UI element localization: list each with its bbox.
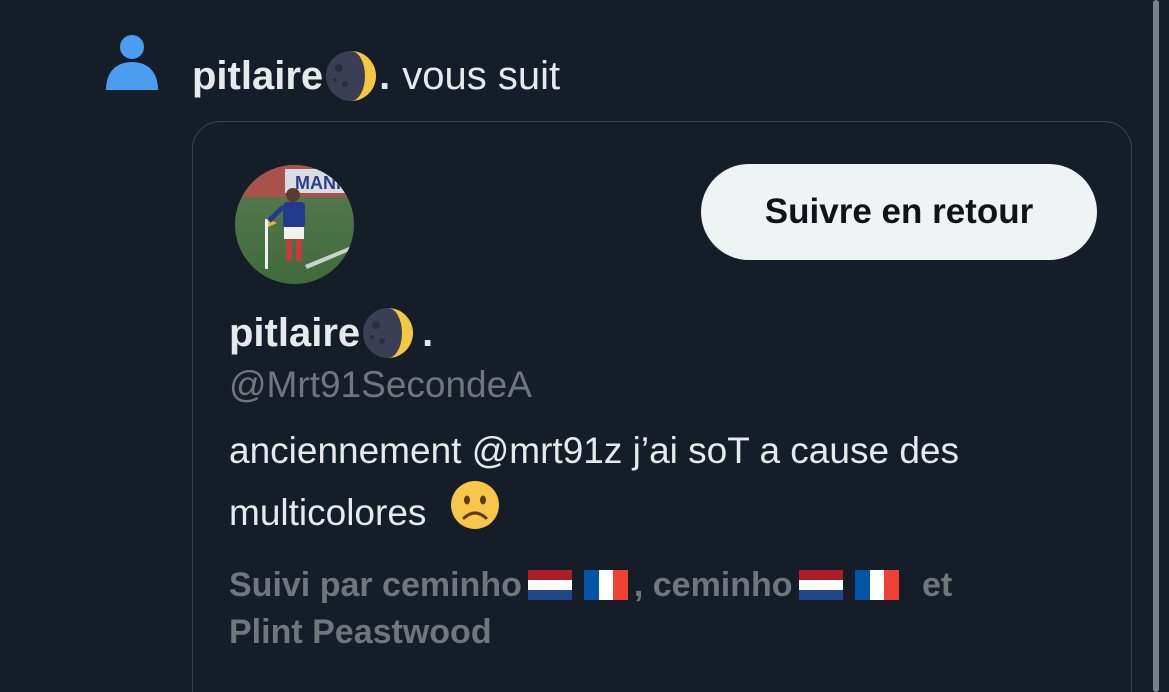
profile-bio: anciennement @mrt91z j’ai soT a cause de… bbox=[229, 422, 1109, 541]
moon-emoji-icon bbox=[363, 308, 414, 358]
france-flag-icon bbox=[854, 570, 899, 600]
profile-name-suffix: . bbox=[422, 311, 434, 355]
followed-by-separator: , ceminho bbox=[633, 566, 793, 604]
frowning-face-icon bbox=[450, 481, 499, 529]
profile-name[interactable]: pitlaire . bbox=[229, 305, 433, 361]
followed-by-and: et bbox=[922, 566, 953, 604]
scrollbar[interactable] bbox=[1153, 0, 1159, 692]
netherlands-flag-icon bbox=[527, 570, 572, 600]
notification-name-suffix: . bbox=[379, 54, 391, 98]
moon-emoji-icon bbox=[326, 51, 377, 101]
notification-action: vous suit bbox=[402, 54, 561, 98]
followed-by-prefix: Suivi par ceminho bbox=[229, 566, 522, 604]
follow-back-button[interactable]: Suivre en retour bbox=[701, 164, 1097, 260]
followed-by-last: Plint Peastwood bbox=[229, 613, 492, 651]
profile-name-text[interactable]: pitlaire bbox=[229, 308, 360, 358]
profile-card[interactable]: MANP Suivre en retour pitlaire . @Mrt91S… bbox=[192, 121, 1132, 692]
notification-user-name[interactable]: pitlaire bbox=[192, 52, 323, 100]
followed-by[interactable]: Suivi par ceminho , ceminho et Plint Pea… bbox=[229, 562, 1109, 656]
notification-text[interactable]: pitlaire . vous suit bbox=[192, 48, 560, 104]
avatar[interactable]: MANP bbox=[235, 165, 354, 284]
netherlands-flag-icon bbox=[798, 570, 843, 600]
person-icon bbox=[106, 35, 158, 90]
france-flag-icon bbox=[583, 570, 628, 600]
svg-text:MANP: MANP bbox=[295, 173, 348, 193]
profile-handle[interactable]: @Mrt91SecondeA bbox=[229, 362, 532, 408]
page: pitlaire . vous suit MANP Suivre en reto… bbox=[0, 0, 1169, 692]
profile-bio-text: anciennement @mrt91z j’ai soT a cause de… bbox=[229, 430, 959, 533]
